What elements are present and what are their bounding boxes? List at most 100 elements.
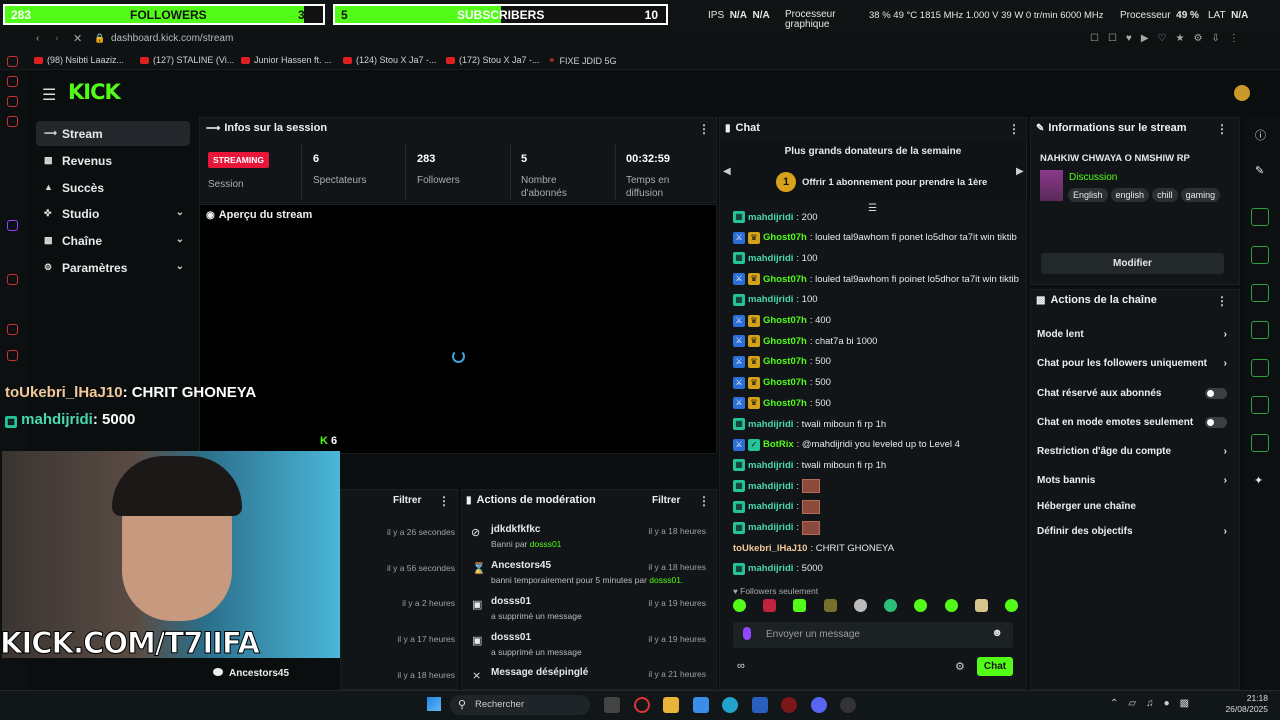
pencil-icon[interactable]: ✎ [1255,164,1264,177]
chat-username[interactable]: mahdijridi [748,501,793,512]
collapse-icon[interactable]: ☰ [868,203,877,214]
taskbar-search[interactable]: ⚲ Rechercher [450,695,590,715]
chat-username[interactable]: Ghost07h [763,336,807,347]
activity-menu-icon[interactable]: ⋮ [438,494,450,508]
chat-username[interactable]: mahdijridi [748,419,793,430]
chat-input[interactable]: Envoyer un message ☻ [733,622,1013,648]
discord-icon[interactable] [811,697,827,713]
emoji-icon[interactable]: ☻ [991,627,1003,639]
moderation-menu-icon[interactable]: ⋮ [698,494,710,508]
sidebar-item-stream[interactable]: ⟶ Stream [36,121,190,146]
sidebar-app-icon[interactable] [7,274,18,285]
bookmark[interactable]: Junior Hassen ft. ... [241,55,332,65]
cursor-icon[interactable]: ✦ [1254,474,1263,487]
chat-username[interactable]: Ghost07h [763,398,807,409]
chat-username[interactable]: mahdijridi [748,253,793,264]
chat-username[interactable]: Ghost07h [763,356,807,367]
emote-icon[interactable] [1004,599,1018,612]
tool-icon[interactable] [1251,284,1269,302]
moderation-filter-button[interactable]: Filtrer [652,495,680,506]
chevron-left-icon[interactable]: ◀ [723,166,731,177]
emote-icon[interactable] [733,599,746,612]
action-banned-words[interactable]: Mots bannis › [1037,475,1227,486]
chat-username[interactable]: toUkebri_lHaJ10 [733,543,807,554]
system-tray-icons[interactable]: ⌃▱♫●▩ [1110,698,1199,709]
sidebar-item-studio[interactable]: ✜ Studio ⌄ [36,201,190,226]
kick-logo[interactable]: KICK [68,80,121,104]
edge-icon[interactable] [722,697,738,713]
send-chat-button[interactable]: Chat [977,657,1013,676]
menu-icon[interactable]: ☰ [42,85,56,105]
action-host-channel[interactable]: Héberger une chaîne [1037,501,1227,512]
session-menu-icon[interactable]: ⋮ [698,122,710,136]
app-icon[interactable] [781,697,797,713]
stream-info-menu-icon[interactable]: ⋮ [1216,122,1228,136]
action-followers-only[interactable]: Chat pour les followers uniquement › [1037,358,1227,369]
activity-filter-button[interactable]: Filtrer [393,495,421,506]
twitch-icon[interactable] [7,220,18,231]
address-bar[interactable]: dashboard.kick.com/stream [111,33,233,44]
action-emotes-only[interactable]: Chat en mode emotes seulement [1037,417,1227,428]
chat-username[interactable]: mahdijridi [748,522,793,533]
emote-icon[interactable] [793,599,807,612]
emote-icon[interactable] [884,599,898,612]
back-icon[interactable]: ‹ [36,33,39,44]
action-set-goals[interactable]: Définir des objectifs › [1037,526,1227,537]
sidebar-item-parametres[interactable]: ⚙ Paramètres ⌄ [36,255,190,280]
obs-icon[interactable] [840,697,856,713]
clock[interactable]: 21:18 26/08/2025 [1208,693,1268,715]
emote-icon[interactable] [823,599,837,612]
tool-icon[interactable] [1251,321,1269,339]
tool-icon[interactable] [1251,359,1269,377]
tool-icon[interactable] [1251,246,1269,264]
info-icon[interactable]: ⓘ [1255,127,1266,143]
windows-start-icon[interactable] [427,697,441,711]
task-view-icon[interactable] [604,697,620,713]
moderation-user[interactable]: dosss01 [491,632,531,643]
action-slow-mode[interactable]: Mode lent › [1037,329,1227,340]
chat-username[interactable]: Ghost07h [763,315,807,326]
forward-icon[interactable]: › [55,33,58,44]
chat-username[interactable]: mahdijridi [748,563,793,574]
sidebar-item-succes[interactable]: ▲ Succès [36,175,190,200]
bookmark[interactable]: (124) Stou X Ja7 -... [343,55,437,65]
sidebar-app-icon[interactable] [7,96,18,107]
tool-icon[interactable] [1251,396,1269,414]
chevron-right-icon[interactable]: ▶ [1016,166,1024,177]
emote-icon[interactable] [974,599,988,612]
channel-actions-menu-icon[interactable]: ⋮ [1216,294,1228,308]
opera-icon[interactable] [634,697,650,713]
tool-icon[interactable] [1251,434,1269,452]
chat-username[interactable]: mahdijridi [748,294,793,305]
sidebar-app-icon[interactable] [7,324,18,335]
emote-icon[interactable] [853,599,867,612]
sidebar-app-icon[interactable] [7,76,18,87]
chat-username[interactable]: BotRix [763,439,794,450]
bookmark[interactable]: (127) STALINE (Vi... [140,55,234,65]
moderation-user[interactable]: Ancestors45 [491,560,551,571]
action-age-restriction[interactable]: Restriction d'âge du compte › [1037,446,1227,457]
sidebar-app-icon[interactable] [7,56,18,67]
emote-icon[interactable] [763,599,777,612]
emote-icon[interactable] [944,599,958,612]
sidebar-app-icon[interactable] [7,350,18,361]
action-subs-only[interactable]: Chat réservé aux abonnés [1037,388,1227,399]
emote-icon[interactable] [914,599,928,612]
sidebar-app-icon[interactable] [7,116,18,127]
chat-username[interactable]: Ghost07h [763,377,807,388]
category-link[interactable]: Discussion [1069,172,1117,183]
sidebar-item-revenus[interactable]: ▩ Revenus [36,148,190,173]
gear-icon[interactable]: ⚙ [955,660,965,673]
bookmark[interactable]: (172) Stou X Ja7 -... [446,55,540,65]
sidebar-item-chaine[interactable]: ▩ Chaîne ⌄ [36,228,190,253]
stop-loading-icon[interactable]: ✕ [73,32,82,45]
moderation-user[interactable]: dosss01 [491,596,531,607]
top-donor-cta[interactable]: Offrir 1 abonnement pour prendre la 1ère [802,177,987,188]
tool-icon[interactable] [1251,208,1269,226]
bookmark[interactable]: (98) Nsibti Laaziz... [34,55,124,65]
moderation-user[interactable]: jdkdkfkfkc [491,524,540,535]
emotes-only-toggle[interactable] [1205,417,1227,428]
chat-menu-icon[interactable]: ⋮ [1008,122,1020,136]
avatar[interactable] [1234,85,1250,101]
microphone-icon[interactable] [743,627,751,640]
